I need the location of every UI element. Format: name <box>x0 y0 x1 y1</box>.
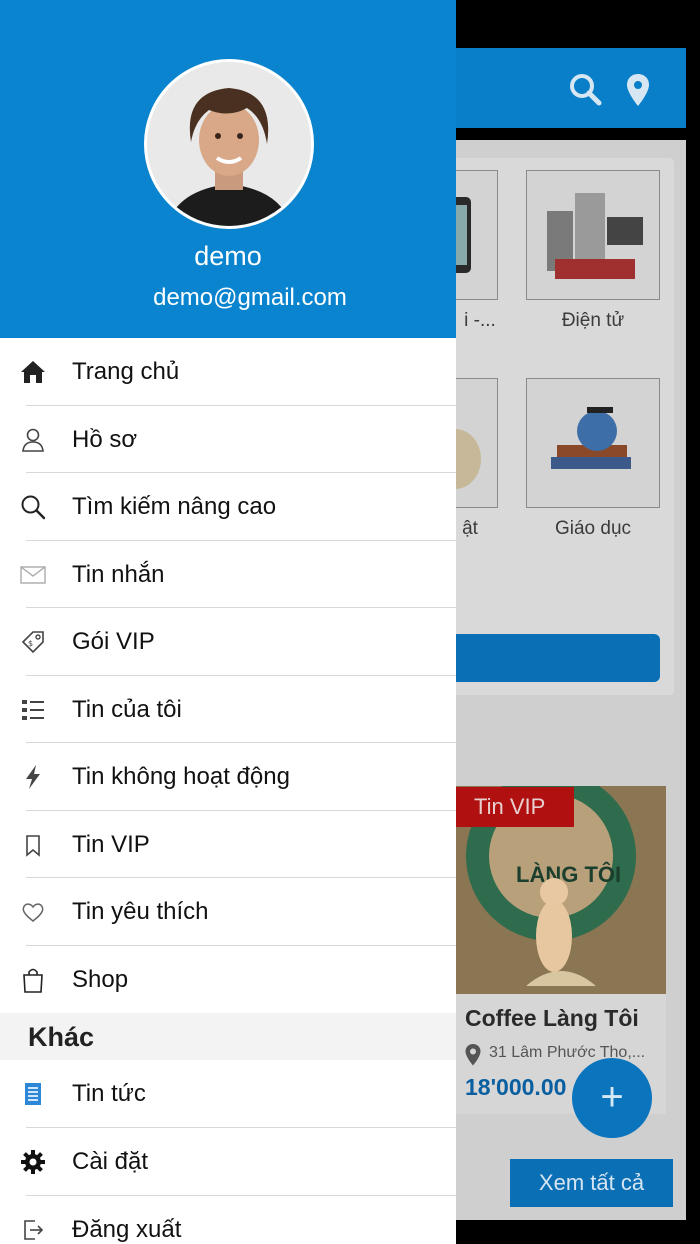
listing-price: 18'000.00 <box>465 1074 567 1100</box>
drawer-menu-other: Tin tức Cài đặt Đăng xuất <box>0 1060 456 1244</box>
sign-text: LÀNG TÔI <box>516 862 621 887</box>
menu-item-my-listings[interactable]: Tin của tôi <box>0 676 456 743</box>
section-title: Khác <box>28 1022 95 1052</box>
category-label: Giáo dục <box>554 518 632 539</box>
menu-item-profile[interactable]: Hồ sơ <box>0 406 456 473</box>
menu-item-label: Tin tức <box>72 1080 146 1107</box>
see-all-button[interactable]: Xem tất cả <box>510 1159 673 1207</box>
heart-icon <box>20 899 46 925</box>
menu-item-label: Gói VIP <box>72 628 155 655</box>
gear-icon <box>20 1149 46 1175</box>
user-name: demo <box>194 241 262 271</box>
menu-item-vip-listings[interactable]: Tin VIP <box>0 811 456 878</box>
location-pin-icon[interactable] <box>618 70 658 110</box>
drawer-header: demo demo@gmail.com <box>0 0 456 338</box>
user-icon <box>20 427 46 453</box>
home-icon <box>20 359 46 385</box>
category-tile[interactable] <box>526 170 660 300</box>
category-label: ật <box>462 518 478 539</box>
menu-item-advanced-search[interactable]: Tìm kiếm nâng cao <box>0 473 456 541</box>
listing-title: Coffee Làng Tôi <box>465 1005 639 1031</box>
bolt-icon <box>20 764 46 790</box>
search-icon <box>20 494 46 520</box>
add-listing-button[interactable]: + <box>572 1058 652 1138</box>
list-icon <box>20 697 46 723</box>
mail-icon <box>20 562 46 588</box>
menu-item-favorites[interactable]: Tin yêu thích <box>0 878 456 946</box>
menu-item-label: Shop <box>72 965 129 993</box>
menu-item-label: Tin không hoạt động <box>72 763 290 790</box>
menu-item-home[interactable]: Trang chủ <box>0 338 456 406</box>
news-icon <box>20 1081 46 1107</box>
category-label: i -... <box>464 310 496 331</box>
menu-item-settings[interactable]: Cài đặt <box>0 1128 456 1196</box>
menu-item-label: Hồ sơ <box>72 425 138 453</box>
user-email: demo@gmail.com <box>153 284 347 311</box>
menu-item-shop[interactable]: Shop <box>0 946 456 1014</box>
drawer-menu: Trang chủ Hồ sơ Tìm kiếm nâng cao Tin nh… <box>0 338 456 1244</box>
menu-item-label: Đăng xuất <box>72 1216 182 1243</box>
menu-item-vip-package[interactable]: $ Gói VIP <box>0 608 456 676</box>
avatar[interactable] <box>144 59 314 229</box>
tag-icon: $ <box>20 629 46 655</box>
category-label: Điện tử <box>561 310 625 331</box>
logout-icon <box>20 1217 46 1243</box>
menu-item-news[interactable]: Tin tức <box>0 1060 456 1128</box>
navigation-drawer: demo demo@gmail.com Trang chủ Hồ sơ Tìm … <box>0 0 456 1244</box>
menu-item-label: Tin yêu thích <box>72 898 209 925</box>
menu-item-label: Tin nhắn <box>72 560 165 588</box>
search-icon[interactable] <box>566 70 606 110</box>
section-header-other: Khác <box>0 1013 456 1060</box>
bookmark-icon <box>20 832 46 858</box>
menu-item-label: Cài đặt <box>72 1148 149 1175</box>
svg-text:$: $ <box>28 639 33 648</box>
menu-item-logout[interactable]: Đăng xuất <box>0 1196 456 1244</box>
shopping-bag-icon <box>20 967 46 993</box>
menu-item-label: Tin của tôi <box>72 695 182 723</box>
vip-badge: Tin VIP <box>456 787 574 827</box>
menu-item-inactive-listings[interactable]: Tin không hoạt động <box>0 743 456 811</box>
location-pin-icon <box>463 1043 483 1072</box>
menu-item-label: Tìm kiếm nâng cao <box>72 493 277 520</box>
category-tile[interactable] <box>526 378 660 508</box>
menu-item-label: Tin VIP <box>72 830 150 858</box>
menu-item-label: Trang chủ <box>72 358 180 385</box>
menu-item-messages[interactable]: Tin nhắn <box>0 541 456 608</box>
